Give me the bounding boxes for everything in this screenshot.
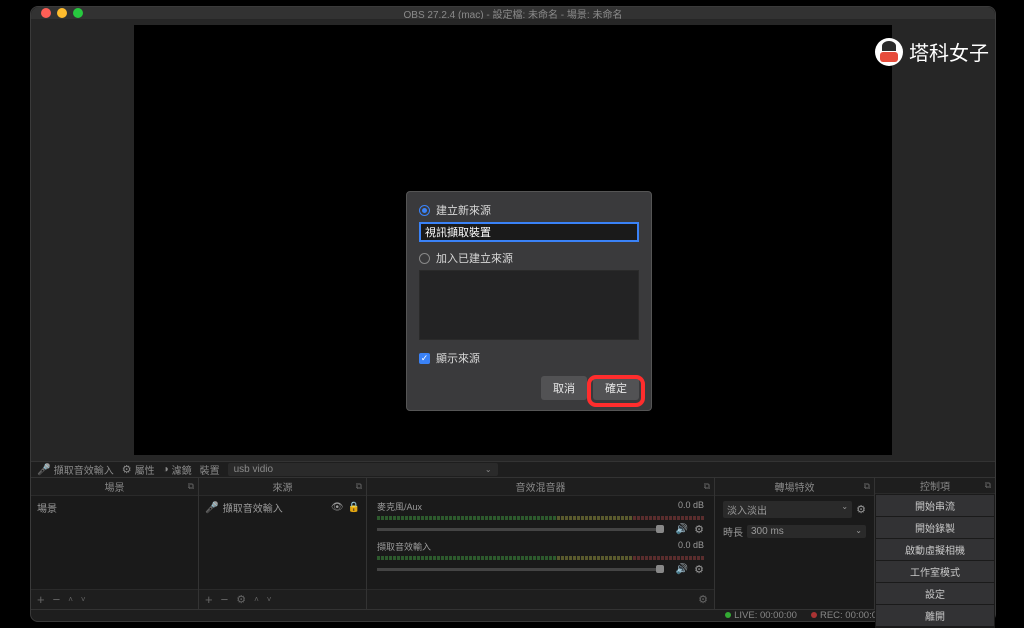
docks: 場景 ⧉ 場景 + − ˄ ˅ 來源 ⧉ 🎤 擷取音效輸入 👁 🔒 (31, 477, 995, 609)
source-props-button[interactable]: ⚙ (236, 593, 246, 606)
filters-icon: ◑ (163, 464, 169, 475)
checkbox-show-source[interactable]: ✓ (419, 353, 430, 364)
scene-item[interactable]: 場景 (35, 498, 194, 517)
gear-icon[interactable]: ⚙ (856, 503, 866, 516)
eye-icon[interactable]: 👁 (331, 502, 344, 513)
gear-icon[interactable]: ⚙ (694, 563, 704, 576)
titlebar: OBS 27.2.4 (mac) - 設定檔: 未命名 - 場景: 未命名 (31, 7, 995, 19)
start-stream-button[interactable]: 開始串流 (876, 495, 994, 516)
scene-down-button[interactable]: ˅ (81, 595, 86, 604)
device-label: 裝置 (200, 462, 220, 477)
label-create-new: 建立新來源 (436, 202, 491, 218)
scene-up-button[interactable]: ˄ (68, 595, 73, 604)
sources-panel: 來源 ⧉ 🎤 擷取音效輸入 👁 🔒 + − ⚙ ˄ ˅ (199, 478, 367, 609)
device-select[interactable]: usb vidio⌄ (228, 463, 498, 476)
rec-status: REC: 00:00:00 (811, 610, 882, 621)
controls-title: 控制項 (920, 478, 950, 493)
remove-scene-button[interactable]: − (53, 592, 61, 607)
duration-label: 時長 (723, 524, 743, 539)
add-scene-button[interactable]: + (37, 592, 45, 607)
source-name-input[interactable] (419, 222, 639, 242)
transition-select[interactable]: 淡入淡出⌄ (723, 501, 852, 518)
speaker-icon[interactable]: 🔊 (676, 564, 688, 575)
rec-dot-icon (811, 612, 817, 618)
popout-icon[interactable]: ⧉ (188, 481, 194, 492)
transitions-title: 轉場特效 (775, 479, 815, 494)
filters-button[interactable]: ◑濾鏡 (163, 462, 192, 477)
transitions-panel: 轉場特效 ⧉ 淡入淡出⌄ ⚙ 時長 300 ms⌄ (715, 478, 875, 609)
statusbar: LIVE: 00:00:00 REC: 00:00:00 CPU: 5.3%,3… (31, 609, 995, 621)
live-dot-icon (725, 612, 731, 618)
popout-icon[interactable]: ⧉ (985, 480, 991, 491)
duration-input[interactable]: 300 ms⌄ (747, 525, 866, 538)
mic-icon: 🎤 (205, 501, 219, 514)
label-add-existing: 加入已建立來源 (436, 250, 513, 266)
studio-mode-button[interactable]: 工作室模式 (876, 561, 994, 582)
speaker-icon[interactable]: 🔊 (676, 524, 688, 535)
live-status: LIVE: 00:00:00 (725, 610, 797, 621)
watermark: 塔科女子 (875, 37, 989, 66)
sources-title: 來源 (273, 479, 293, 494)
existing-sources-list[interactable] (419, 270, 639, 340)
mixer-panel: 音效混音器⧉ 麥克風/Aux0.0 dB 🔊⚙ 擷取音效輸入0.0 dB 🔊⚙ … (367, 478, 715, 609)
mic-icon: 🎤 (37, 463, 51, 476)
mixer-channel: 麥克風/Aux0.0 dB 🔊⚙ (371, 498, 710, 538)
volume-slider[interactable] (377, 528, 664, 531)
remove-source-button[interactable]: − (221, 592, 229, 607)
obs-window: OBS 27.2.4 (mac) - 設定檔: 未命名 - 場景: 未命名 塔科… (30, 6, 996, 622)
audio-meter (377, 556, 704, 560)
label-show-source: 顯示來源 (436, 350, 480, 366)
watermark-icon (875, 38, 903, 66)
gear-icon: ⚙ (122, 463, 132, 476)
ok-button[interactable]: 確定 (593, 376, 639, 400)
add-source-dialog: 建立新來源 加入已建立來源 ✓ 顯示來源 取消 確定 (406, 191, 652, 411)
audio-meter (377, 516, 704, 520)
source-down-button[interactable]: ˅ (267, 595, 272, 604)
toolbar-source-label: 擷取音效輸入 (54, 462, 114, 477)
settings-button[interactable]: 設定 (876, 583, 994, 604)
scenes-panel: 場景 ⧉ 場景 + − ˄ ˅ (31, 478, 199, 609)
mixer-settings-button[interactable]: ⚙ (698, 593, 708, 606)
popout-icon[interactable]: ⧉ (356, 481, 362, 492)
lock-icon[interactable]: 🔒 (348, 502, 360, 513)
stepper-icon: ⌄ (855, 526, 862, 537)
start-record-button[interactable]: 開始錄製 (876, 517, 994, 538)
popout-icon[interactable]: ⧉ (704, 481, 710, 492)
add-source-button[interactable]: + (205, 592, 213, 607)
cancel-button[interactable]: 取消 (541, 376, 587, 400)
gear-icon[interactable]: ⚙ (694, 523, 704, 536)
scenes-title: 場景 (105, 479, 125, 494)
chevron-down-icon: ⌄ (841, 502, 848, 517)
radio-create-new[interactable] (419, 205, 430, 216)
source-up-button[interactable]: ˄ (254, 595, 259, 604)
exit-button[interactable]: 離開 (876, 605, 994, 626)
virtual-cam-button[interactable]: 啟動虛擬相機 (876, 539, 994, 560)
watermark-text: 塔科女子 (909, 37, 989, 66)
volume-slider[interactable] (377, 568, 664, 571)
controls-panel: 控制項⧉ 開始串流 開始錄製 啟動虛擬相機 工作室模式 設定 離開 (875, 478, 995, 609)
chevron-down-icon: ⌄ (485, 465, 492, 474)
radio-add-existing[interactable] (419, 253, 430, 264)
preview-area: 塔科女子 建立新來源 加入已建立來源 ✓ 顯示來源 取消 確定 (31, 19, 995, 461)
popout-icon[interactable]: ⧉ (864, 481, 870, 492)
props-button[interactable]: ⚙屬性 (122, 462, 155, 477)
source-toolbar: 🎤擷取音效輸入 ⚙屬性 ◑濾鏡 裝置 usb vidio⌄ (31, 461, 995, 477)
mixer-channel: 擷取音效輸入0.0 dB 🔊⚙ (371, 538, 710, 578)
source-item[interactable]: 🎤 擷取音效輸入 👁 🔒 (203, 498, 362, 517)
mixer-title: 音效混音器 (516, 479, 566, 494)
